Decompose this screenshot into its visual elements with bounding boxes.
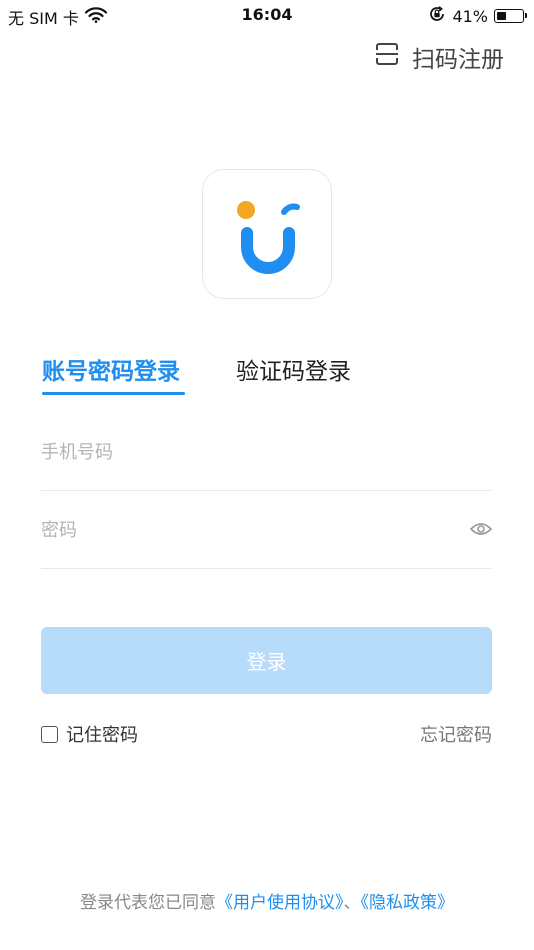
agreement-prefix: 登录代表您已同意: [80, 893, 216, 913]
tab-verification-code[interactable]: 验证码登录: [236, 352, 351, 386]
scan-register-button[interactable]: 扫码注册: [374, 40, 504, 74]
remember-password-checkbox[interactable]: [41, 725, 58, 743]
password-field: [41, 510, 493, 569]
agreement-text: 登录代表您已同意《用户使用协议》、《隐私政策》: [0, 888, 534, 913]
privacy-policy-link[interactable]: 《隐私政策》: [361, 893, 455, 913]
remember-password-label: 记住密码: [66, 725, 138, 746]
tab-account-password[interactable]: 账号密码登录: [42, 352, 180, 386]
user-agreement-link[interactable]: 《用户使用协议》: [216, 893, 344, 913]
active-tab-indicator: [42, 392, 185, 395]
login-button[interactable]: 登录: [41, 627, 492, 694]
battery-fill: [497, 12, 506, 20]
scan-register-label: 扫码注册: [412, 47, 504, 73]
status-bar-right: 41%: [428, 5, 527, 27]
scan-icon: [374, 41, 400, 73]
eye-icon[interactable]: [469, 521, 493, 541]
app-logo: [202, 169, 332, 299]
orientation-lock-icon: [428, 5, 446, 27]
remember-password-toggle[interactable]: 记住密码: [41, 721, 138, 747]
agreement-separator: 、: [343, 893, 361, 913]
status-bar: 无 SIM 卡 16:04 41%: [0, 0, 534, 30]
phone-input[interactable]: [41, 432, 441, 472]
phone-field: [41, 432, 492, 491]
battery-percent: 41%: [452, 6, 488, 26]
battery-icon: [494, 9, 527, 23]
forgot-password-link[interactable]: 忘记密码: [420, 721, 492, 747]
password-input[interactable]: [41, 510, 441, 550]
app-logo-icon: [237, 201, 300, 274]
